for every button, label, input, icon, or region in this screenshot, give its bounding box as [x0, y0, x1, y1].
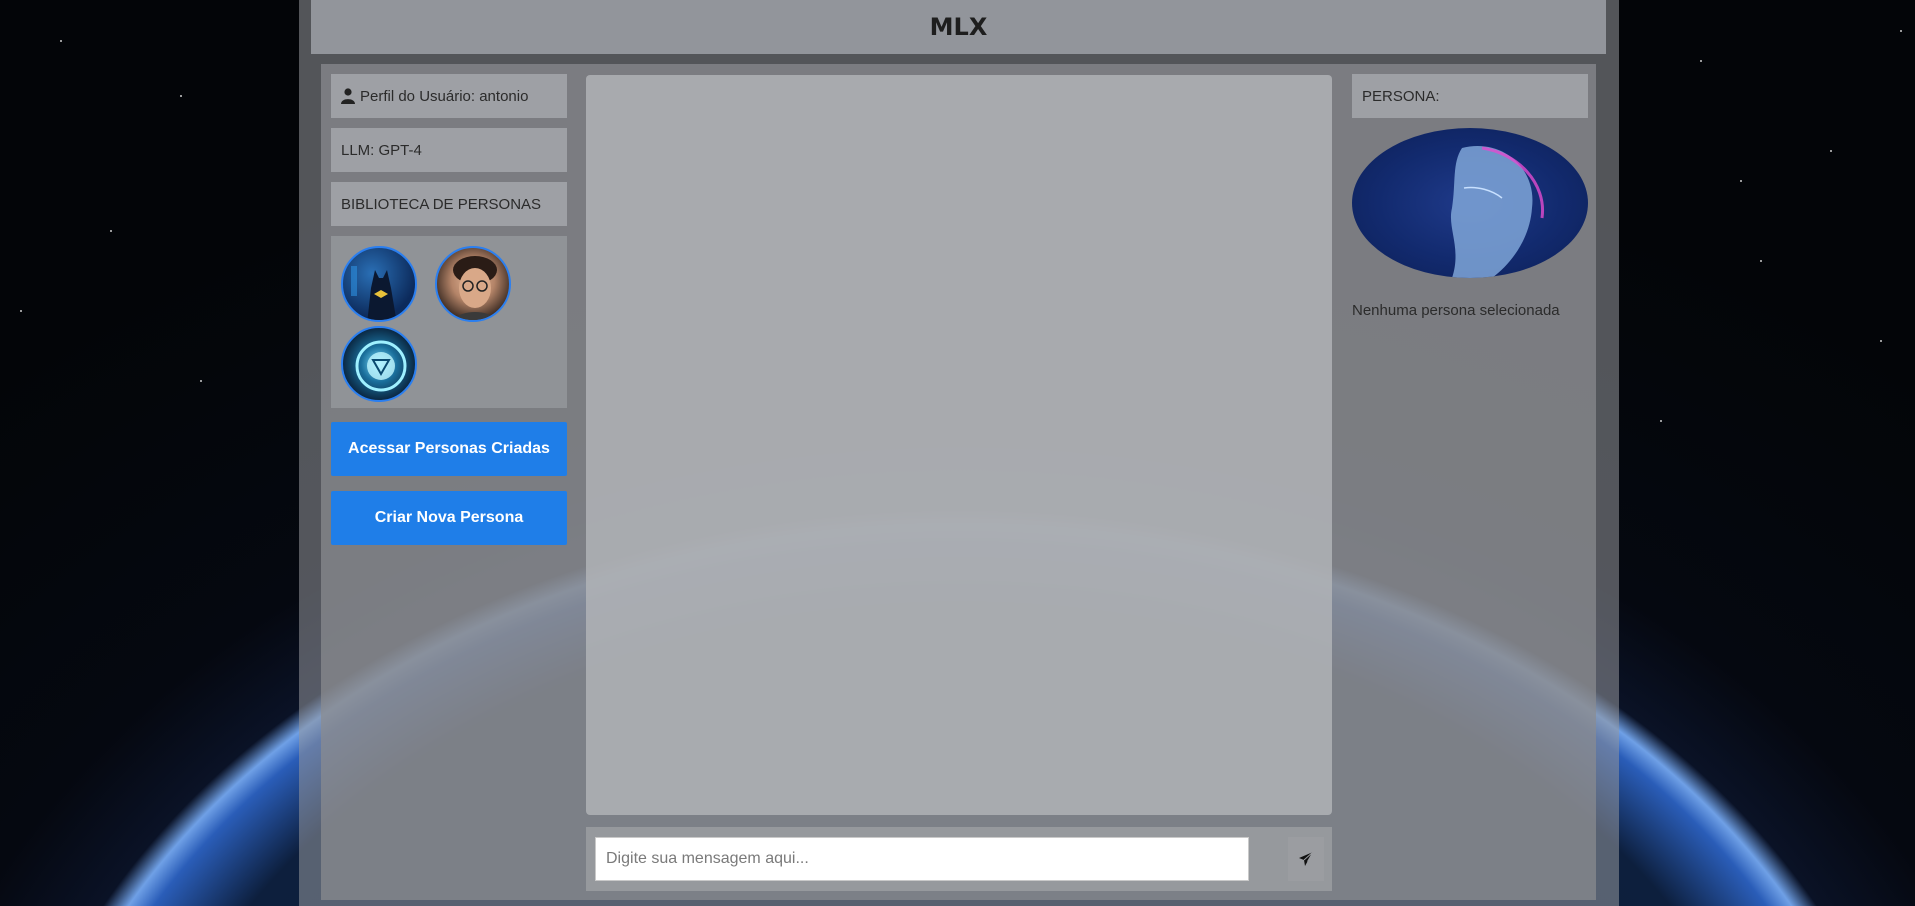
chat-area	[586, 75, 1332, 815]
llm-label: LLM: GPT-4	[331, 128, 567, 172]
library-title: BIBLIOTECA DE PERSONAS	[331, 182, 567, 226]
message-input[interactable]	[595, 837, 1249, 881]
header: MLX	[311, 0, 1606, 54]
persona-library	[331, 236, 567, 408]
app-window: MLX Perfil do Usuário: antonio LLM: GPT-…	[299, 0, 1619, 906]
send-button[interactable]	[1288, 837, 1324, 881]
arc-reactor-icon	[355, 340, 407, 392]
arc-reactor-avatar[interactable]	[341, 326, 417, 402]
harry-potter-avatar[interactable]	[435, 246, 511, 322]
persona-image	[1352, 128, 1588, 278]
batman-avatar[interactable]	[341, 246, 417, 322]
statue-face-icon	[1450, 146, 1545, 278]
persona-panel: PERSONA: Nenhuma persona selecionada	[1352, 74, 1588, 319]
persona-title: PERSONA:	[1352, 74, 1588, 118]
harry-potter-icon	[453, 256, 497, 320]
user-profile[interactable]: Perfil do Usuário: antonio	[331, 74, 567, 118]
user-profile-label: Perfil do Usuário: antonio	[360, 87, 529, 105]
send-icon	[1299, 851, 1314, 866]
message-bar	[586, 827, 1332, 891]
user-icon	[341, 88, 355, 104]
app-title: MLX	[929, 13, 988, 41]
persona-status: Nenhuma persona selecionada	[1352, 302, 1560, 319]
left-sidebar: Perfil do Usuário: antonio LLM: GPT-4 BI…	[331, 74, 567, 545]
create-persona-button[interactable]: Criar Nova Persona	[331, 491, 567, 545]
access-personas-button[interactable]: Acessar Personas Criadas	[331, 422, 567, 476]
batman-icon	[351, 266, 397, 320]
main-panel: Perfil do Usuário: antonio LLM: GPT-4 BI…	[321, 64, 1596, 900]
